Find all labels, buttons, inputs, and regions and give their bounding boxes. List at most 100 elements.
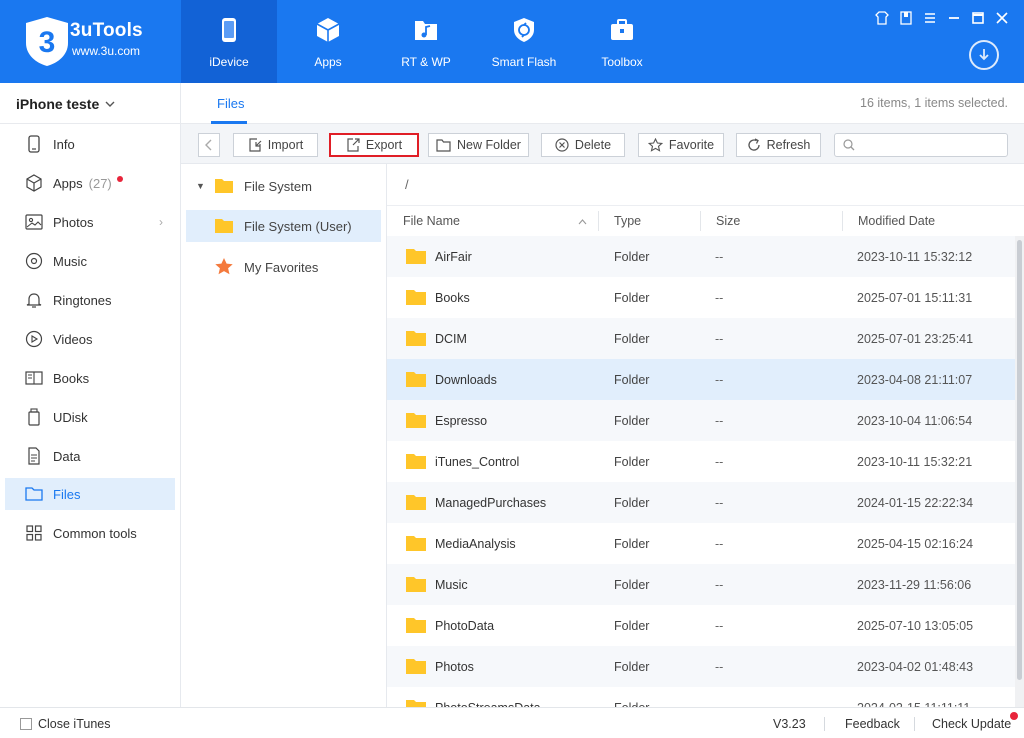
scrollbar-thumb[interactable]	[1017, 240, 1022, 680]
file-size-cell: --	[715, 250, 724, 264]
maximize-icon[interactable]	[970, 10, 986, 26]
svg-text:3: 3	[39, 26, 56, 59]
feedback-link[interactable]: Feedback	[845, 717, 900, 731]
download-manager-button[interactable]	[969, 40, 999, 70]
column-type[interactable]: Type	[614, 214, 641, 228]
sidebar-item-label: Data	[53, 448, 81, 464]
brand-url: www.3u.com	[72, 44, 141, 58]
file-type-cell: Folder	[614, 660, 650, 674]
caret-down-icon: ▼	[196, 181, 205, 191]
file-name-cell: AirFair	[435, 250, 472, 264]
sidebar-item-videos[interactable]: Videos	[5, 323, 175, 355]
favorite-label: Favorite	[668, 138, 715, 152]
close-icon[interactable]	[994, 10, 1010, 26]
nav-tab-smart-flash[interactable]: Smart Flash	[476, 0, 572, 83]
sidebar-item-udisk[interactable]: UDisk	[5, 401, 175, 433]
folder-icon	[406, 290, 426, 305]
file-toolbar: Import Export New Folder Delete Favorite…	[181, 124, 1024, 164]
table-row[interactable]: Music Folder -- 2023-11-29 11:56:06	[387, 564, 1015, 605]
update-notification-dot	[1010, 712, 1018, 720]
sort-up-icon[interactable]	[578, 219, 587, 225]
table-row[interactable]: Espresso Folder -- 2023-10-04 11:06:54	[387, 400, 1015, 441]
table-row[interactable]: ManagedPurchases Folder -- 2024-01-15 22:22…	[387, 482, 1015, 523]
sidebar-item-music[interactable]: Music	[5, 245, 175, 277]
export-button[interactable]: Export	[329, 133, 419, 157]
column-size[interactable]: Size	[716, 214, 740, 228]
nav-tab-toolbox[interactable]: Toolbox	[574, 0, 670, 83]
sidebar-item-common-tools[interactable]: Common tools	[5, 517, 175, 549]
delete-button[interactable]: Delete	[541, 133, 625, 157]
tree-item-my-favorites[interactable]: My Favorites	[186, 251, 381, 283]
device-selector[interactable]: iPhone teste	[16, 96, 115, 112]
search-input[interactable]	[861, 138, 1001, 152]
table-row[interactable]: DCIM Folder -- 2025-07-01 23:25:41	[387, 318, 1015, 359]
vertical-scrollbar[interactable]	[1015, 236, 1024, 707]
cube-icon	[25, 174, 43, 192]
minimize-icon[interactable]	[946, 10, 962, 26]
table-row[interactable]: Books Folder -- 2025-07-01 15:11:31	[387, 277, 1015, 318]
import-button[interactable]: Import	[233, 133, 318, 157]
menu-icon[interactable]	[922, 10, 938, 26]
table-row[interactable]: MediaAnalysis Folder -- 2025-04-15 02:16:24	[387, 523, 1015, 564]
info-phone-icon	[25, 135, 43, 153]
sidebar-item-info[interactable]: Info	[5, 128, 175, 160]
file-size-cell: --	[715, 332, 724, 346]
file-list-header: File Name Type Size Modified Date	[387, 206, 1024, 236]
table-row[interactable]: Photos Folder -- 2023-04-02 01:48:43	[387, 646, 1015, 687]
sidebar-item-data[interactable]: Data	[5, 440, 175, 472]
file-date-cell: 2025-07-10 13:05:05	[857, 619, 974, 633]
file-size-cell: --	[715, 455, 724, 469]
current-path: /	[405, 177, 409, 192]
download-icon	[979, 49, 989, 61]
nav-tab-rt-wp[interactable]: RT & WP	[378, 0, 474, 83]
music-icon	[25, 252, 43, 270]
sidebar-item-files[interactable]: Files	[5, 478, 175, 510]
tree-item-file-system-user[interactable]: File System (User)	[186, 210, 381, 242]
file-name-cell: Music	[435, 578, 468, 592]
file-name-cell: Downloads	[435, 373, 497, 387]
folder-icon	[406, 331, 426, 346]
close-itunes-option[interactable]: Close iTunes	[20, 717, 111, 731]
3utools-logo-icon: 3	[26, 17, 68, 66]
column-divider	[842, 211, 843, 231]
file-name-cell: Books	[435, 291, 470, 305]
folder-icon	[215, 179, 233, 193]
sidebar-item-apps[interactable]: Apps (27)	[5, 167, 175, 199]
refresh-button[interactable]: Refresh	[736, 133, 821, 157]
table-row[interactable]: PhotoData Folder -- 2025-07-10 13:05:05	[387, 605, 1015, 646]
nav-label: Apps	[314, 55, 342, 69]
close-itunes-checkbox[interactable]	[20, 718, 32, 730]
sidebar-item-books[interactable]: Books	[5, 362, 175, 394]
skin-icon[interactable]	[874, 10, 890, 26]
notification-dot	[116, 176, 123, 182]
sidebar-item-label: Books	[53, 370, 90, 386]
music-folder-icon	[415, 21, 437, 40]
column-modified-date[interactable]: Modified Date	[858, 214, 935, 228]
file-date-cell: 2025-07-01 15:11:31	[857, 291, 973, 305]
tab-files[interactable]: Files	[217, 96, 244, 111]
import-label: Import	[267, 138, 304, 152]
tree-item-file-system[interactable]: ▼ File System	[186, 170, 381, 202]
table-row[interactable]: PhotoStreamsDataFolder--2024-02-15 11:11…	[387, 687, 1015, 707]
sidebar-item-photos[interactable]: Photos ›	[5, 206, 175, 238]
check-update-link[interactable]: Check Update	[932, 717, 1011, 731]
file-type-cell: Folder	[614, 291, 650, 305]
back-button[interactable]	[198, 133, 220, 157]
table-row[interactable]: iTunes_Control Folder -- 2023-10-11 15:32:2…	[387, 441, 1015, 482]
table-row[interactable]: Downloads Folder -- 2023-04-08 21:11:07	[387, 359, 1015, 400]
nav-label: Smart Flash	[491, 55, 557, 69]
table-row[interactable]: AirFair Folder -- 2023-10-11 15:32:12	[387, 236, 1015, 277]
favorite-button[interactable]: Favorite	[638, 133, 724, 157]
file-size-cell: --	[715, 496, 724, 510]
column-file-name[interactable]: File Name	[403, 214, 460, 228]
file-size-cell: --	[715, 414, 724, 428]
chevron-down-icon	[105, 101, 115, 107]
feedback-note-icon[interactable]	[898, 10, 914, 26]
search-box[interactable]	[834, 133, 1008, 157]
refresh-icon	[747, 138, 760, 151]
sidebar-item-ringtones[interactable]: Ringtones	[5, 284, 175, 316]
new-folder-button[interactable]: New Folder	[428, 133, 529, 157]
folder-icon	[406, 536, 426, 551]
nav-tab-idevice[interactable]: iDevice	[181, 0, 277, 83]
nav-tab-apps[interactable]: Apps	[280, 0, 376, 83]
